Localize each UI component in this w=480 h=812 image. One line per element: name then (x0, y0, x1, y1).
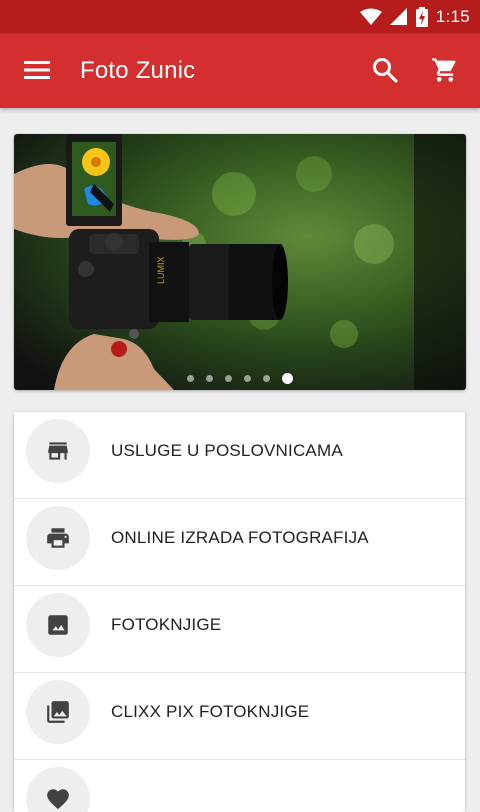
menu-icon-circle (26, 767, 90, 812)
cart-button[interactable] (428, 53, 462, 87)
search-button[interactable] (368, 53, 402, 87)
status-time: 1:15 (435, 6, 470, 26)
app-bar: Foto Zunic (0, 33, 480, 108)
menu-item-clixx-pix[interactable]: CLIXX PIX FOTOKNJIGE (14, 673, 465, 760)
wifi-icon (359, 8, 382, 25)
menu-item-fotoknjige[interactable]: FOTOKNJIGE (14, 586, 465, 673)
signal-icon (389, 7, 407, 25)
camera-photo: LUMIX (14, 134, 466, 390)
menu-item-partial[interactable] (14, 760, 465, 812)
cart-icon (432, 58, 456, 82)
carousel-dot[interactable] (263, 375, 270, 382)
app-title: Foto Zunic (80, 57, 196, 84)
photo-book-icon (48, 615, 68, 635)
menu-button[interactable] (20, 53, 54, 87)
store-icon (48, 442, 68, 460)
carousel-dot[interactable] (206, 375, 213, 382)
printer-icon (47, 528, 69, 548)
photo-library-icon (47, 701, 69, 723)
heart-icon (47, 789, 69, 810)
menu-icon-circle (26, 593, 90, 657)
menu-icon-circle (26, 680, 90, 744)
carousel-dot[interactable] (282, 373, 293, 384)
menu-item-label: ONLINE IZRADA FOTOGRAFIJA (111, 528, 369, 547)
menu-item-label: FOTOKNJIGE (111, 615, 222, 634)
carousel-dot[interactable] (244, 375, 251, 382)
promo-banner-carousel[interactable]: LUMIX (14, 134, 466, 390)
menu-item-label: CLIXX PIX FOTOKNJIGE (111, 702, 310, 721)
menu-icon-circle (26, 419, 90, 483)
menu-icon (24, 61, 50, 79)
menu-icon-circle (26, 506, 90, 570)
menu-item-online-izrada[interactable]: ONLINE IZRADA FOTOGRAFIJA (14, 499, 465, 586)
status-bar: 1:15 (0, 0, 480, 33)
carousel-dot[interactable] (225, 375, 232, 382)
battery-charging-icon (415, 6, 428, 27)
menu-item-label: USLUGE U POSLOVNICAMA (111, 441, 343, 460)
menu-item-usluge[interactable]: USLUGE U POSLOVNICAMA (14, 412, 465, 499)
carousel-indicator (14, 373, 466, 384)
search-icon (373, 58, 398, 83)
carousel-dot[interactable] (187, 375, 194, 382)
menu-list: USLUGE U POSLOVNICAMA ONLINE IZRADA FOTO… (14, 412, 465, 812)
svg-text:LUMIX: LUMIX (156, 256, 166, 284)
